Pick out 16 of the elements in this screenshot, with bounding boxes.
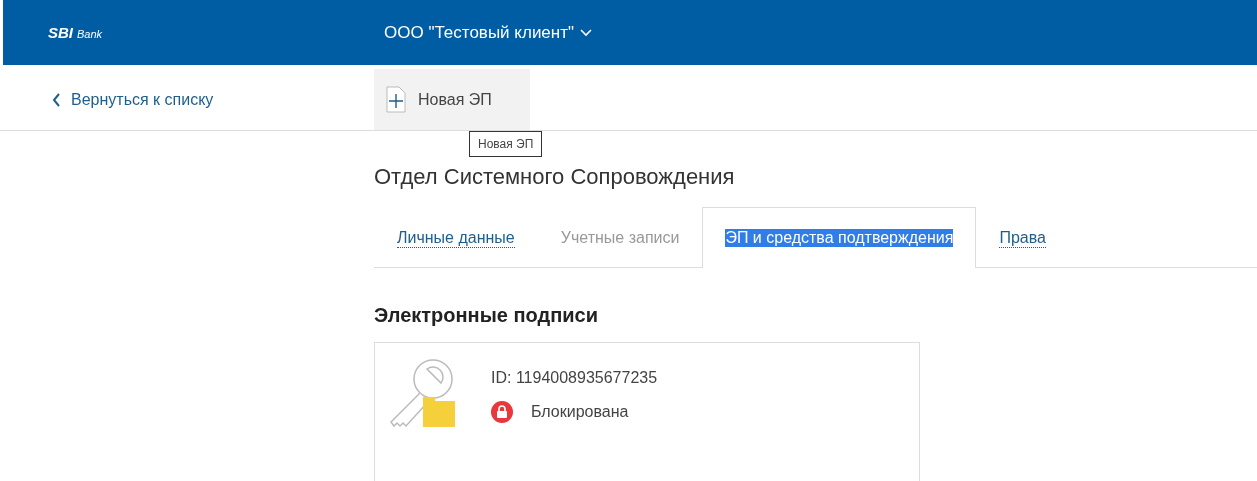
chevron-left-icon <box>52 92 61 107</box>
section-heading: Электронные подписи <box>374 304 599 327</box>
tab[interactable]: Права <box>976 207 1069 268</box>
chevron-down-icon <box>580 28 593 37</box>
logo-text: SBI <box>48 24 73 41</box>
tab[interactable]: Личные данные <box>374 207 538 268</box>
tab[interactable]: ЭП и средства подтверждения <box>702 207 977 268</box>
new-document-icon <box>386 86 406 113</box>
client-selector[interactable]: ООО "Тестовый клиент" <box>384 22 593 43</box>
status-text: Блокирована <box>531 403 629 421</box>
tooltip: Новая ЭП <box>469 131 543 157</box>
logo-suffix: Bank <box>77 28 103 40</box>
page-title: Отдел Системного Сопровождения <box>374 164 736 190</box>
new-signature-button[interactable]: Новая ЭП <box>374 69 530 130</box>
signature-id: ID: 1194008935677235 <box>491 369 658 387</box>
back-link[interactable]: Вернуться к списку <box>52 90 374 109</box>
